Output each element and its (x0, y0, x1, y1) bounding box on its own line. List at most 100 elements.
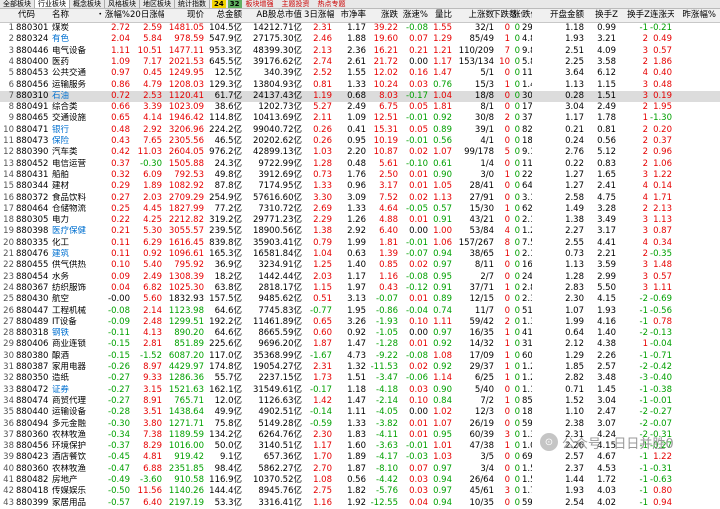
table-row[interactable]: 29 880406 商业连锁 -0.15 2.81 851.89 225.6亿 9696.20… (0, 339, 720, 350)
table-cell: 有色 (52, 34, 70, 45)
table-row[interactable]: 35 880440 运输设备 -0.28 3.51 1438.64 49.9亿 4902.51… (0, 407, 720, 418)
table-cell: 1.28亿 (522, 362, 532, 372)
table-row[interactable]: 40 880360 农林牧渔 -0.47 6.88 2351.85 98.4亿 5862.27… (0, 464, 720, 475)
table-row[interactable]: 9 880465 交通设施 0.65 4.14 1946.42 114.8亿 10413.69… (0, 113, 720, 124)
row-marker (96, 113, 102, 124)
table-cell: 0 (514, 328, 520, 339)
table-row[interactable]: 11 880473 保险 0.43 7.65 2305.56 46.5亿 20202.62亿 0… (0, 136, 720, 147)
tab-extra-2[interactable]: 热点专题 (314, 0, 350, 8)
table-cell: 1249.95 (168, 68, 204, 79)
table-row[interactable]: 24 880367 纺织服饰 0.04 6.82 1025.30 63.8亿 2818.17亿… (0, 283, 720, 294)
table-row[interactable]: 22 880455 供气供热 0.10 5.40 795.92 36.9亿 3234.91亿 1… (0, 260, 720, 271)
table-row[interactable]: 15 880344 建材 0.29 1.89 1082.92 87.8亿 7174.95亿 1.… (0, 181, 720, 192)
table-cell: 1.04 (313, 249, 332, 259)
table-cell: -3.63 (376, 441, 398, 452)
column-header[interactable]: 上涨数 (454, 9, 494, 22)
table-cell: 43/21 (469, 215, 495, 226)
table-cell: 13 (3, 158, 14, 169)
tab-extra-1[interactable]: 主题投资 (278, 0, 314, 8)
column-header[interactable]: 换手Z (590, 9, 618, 22)
table-row[interactable]: 33 880472 证券 -0.27 3.15 1521.63 162.1亿 31549.61… (0, 385, 720, 396)
table-cell: 10413.69亿 (252, 113, 302, 124)
table-row[interactable]: 2 880324 有色 2.04 5.84 978.59 547.9亿 27175.30亿 2.… (0, 34, 720, 45)
column-header[interactable]: 换手Z (622, 9, 650, 22)
table-row[interactable]: 1 880301 煤炭 2.72 2.59 1481.05 104.5亿 14212.71亿 2… (0, 23, 720, 34)
table-cell: 953.3亿 (209, 45, 242, 56)
table-row[interactable]: 21 880476 建筑 0.11 0.92 1096.61 165.3亿 16581.84亿… (0, 249, 720, 260)
table-cell: 0 (504, 68, 510, 79)
table-row[interactable]: 23 880454 水务 0.09 2.49 1308.39 18.2亿 1442.44亿 2.… (0, 272, 720, 283)
tab-extra-0[interactable]: 板块增强 (242, 0, 278, 8)
column-header[interactable]: 3日涨幅% (304, 9, 334, 22)
tab-0[interactable]: 全部板块 (0, 0, 35, 8)
table-cell: 0.10 (409, 316, 428, 327)
column-header[interactable]: ・ (96, 9, 102, 22)
table-row[interactable]: 20 880335 化工 0.11 6.29 1616.45 839.8亿 35903.41亿… (0, 238, 720, 249)
table-cell: 880454 (16, 271, 49, 282)
table-row[interactable]: 43 880399 家居用品 -0.57 6.40 2197.19 53.3亿 3316.41… (0, 498, 720, 509)
table-cell: 60/39 (469, 429, 495, 440)
table-row[interactable]: 26 880447 工程机械 -0.08 2.14 1123.98 64.6亿 7745.83… (0, 306, 720, 317)
column-header[interactable]: 涨停数 (512, 9, 522, 22)
table-cell: 3.39 (143, 102, 162, 113)
tab-4[interactable]: 地区板块 (140, 0, 175, 8)
column-header[interactable]: 代码 (18, 9, 48, 22)
table-row[interactable]: 30 880380 酿酒 -0.15 -1.52 6087.20 117.0亿 35368.9… (0, 351, 720, 362)
table-cell: 0.51 (313, 294, 332, 305)
column-header[interactable]: 昨涨幅% (676, 9, 716, 22)
table-cell: 0.02 (409, 147, 428, 158)
table-row[interactable]: 6 880456 运输服务 0.86 4.79 1208.03 129.3亿 13804.93… (0, 80, 720, 91)
table-row[interactable]: 5 880453 公共交通 0.97 0.45 1249.95 12.5亿 340.39亿 2.… (0, 68, 720, 79)
table-cell: 0 (514, 475, 520, 485)
table-row[interactable]: 18 880305 电力 0.22 4.25 2212.82 319.2亿 29771.23亿… (0, 215, 720, 226)
column-header[interactable]: 市净率 (336, 9, 366, 22)
column-header[interactable]: 名称 (52, 9, 94, 22)
table-row[interactable]: 41 880482 房地产 -0.49 -3.60 910.58 116.9亿 10370.5… (0, 475, 720, 486)
column-header[interactable]: 涨幅% (104, 9, 130, 22)
column-header[interactable]: 跌停数 (522, 9, 532, 22)
column-header[interactable]: 20日涨幅% (130, 9, 164, 22)
tab-5[interactable]: 统计指数 (175, 0, 210, 8)
table-cell: 5/1 (480, 68, 494, 79)
table-row[interactable]: 32 880350 造纸 -0.27 9.33 1286.36 55.7亿 2237.15亿 1… (0, 373, 720, 384)
column-header[interactable]: AB股总市值 (246, 9, 302, 22)
table-row[interactable]: 8 880491 综合类 0.66 3.39 1023.09 38.6亿 1202.73亿 5.… (0, 102, 720, 113)
tab-2[interactable]: 概念板块 (70, 0, 105, 8)
table-cell: 117.0亿 (209, 350, 242, 361)
table-row[interactable]: 16 880372 食品饮料 0.27 2.03 2709.29 254.9亿 57616.6… (0, 193, 720, 204)
table-row[interactable]: 4 880400 医药 1.09 7.17 2021.53 645.5亿 39176.62亿 2… (0, 57, 720, 68)
table-row[interactable]: 19 880398 医疗保健 0.21 5.30 3055.57 239.5亿 18900.5… (0, 226, 720, 237)
table-cell: 0.37 (653, 136, 672, 146)
table-row[interactable]: 10 880471 银行 0.48 2.92 3206.96 224.2亿 99040.72亿… (0, 125, 720, 136)
table-row[interactable]: 14 880431 船舶 0.32 6.09 792.53 49.8亿 3912.69亿 0.7… (0, 170, 720, 181)
table-cell: 10.87 (373, 147, 398, 158)
table-row[interactable]: 12 880390 汽车类 0.42 11.03 2604.05 976.2亿 42899.1… (0, 147, 720, 158)
table-row[interactable]: 3 880446 电气设备 1.11 10.51 1477.11 953.3亿 48399.3… (0, 46, 720, 57)
table-cell: 880324 (16, 34, 49, 45)
table-cell: -8.10 (376, 463, 398, 474)
table-row[interactable]: 27 880489 IT设备 -0.09 2.48 1299.51 192.2亿 11461.… (0, 317, 720, 328)
table-row[interactable]: 17 880464 仓储物流 0.25 4.45 1827.99 77.2亿 7310.72亿… (0, 204, 720, 215)
table-cell: 1.93 (565, 34, 584, 45)
table-cell: 2 (642, 34, 648, 45)
table-cell: 农林牧渔 (52, 429, 87, 440)
column-header[interactable]: 量比 (430, 9, 452, 22)
column-header[interactable]: 涨速% (400, 9, 428, 22)
column-header[interactable]: 连涨天 (650, 9, 674, 22)
table-row[interactable]: 25 880430 航空 -0.00 5.60 1832.93 157.5亿 9485.62亿… (0, 294, 720, 305)
column-header[interactable]: 现价 (166, 9, 204, 22)
column-header[interactable]: 开盘金额 (540, 9, 584, 22)
table-row[interactable]: 28 880318 钢铁 -0.11 4.13 890.20 64.6亿 8665.59亿 0.… (0, 328, 720, 339)
table-cell: 2.20 (347, 147, 366, 158)
table-row[interactable]: 7 880310 石油 0.72 2.53 1120.41 61.7亿 24137.43亿 1.… (0, 90, 720, 103)
table-cell: 3234.91亿 (258, 260, 302, 271)
table-row[interactable]: 31 880387 家用电器 -0.26 8.97 4429.97 174.8亿 19054.… (0, 362, 720, 373)
column-header[interactable]: 总金额 (206, 9, 242, 22)
tab-3[interactable]: 风格板块 (105, 0, 140, 8)
table-row[interactable]: 34 880474 商贸代理 -0.27 8.91 765.71 12.0亿 1126.63亿… (0, 396, 720, 407)
column-header[interactable]: 涨跌 (368, 9, 398, 22)
tab-1[interactable]: 行业板块 (35, 0, 70, 8)
column-header[interactable] (0, 9, 14, 22)
table-row[interactable]: 13 880452 电信运营 0.37 -0.30 1505.88 24.3亿 9722.99… (0, 159, 720, 170)
table-cell: 2 (642, 136, 648, 146)
